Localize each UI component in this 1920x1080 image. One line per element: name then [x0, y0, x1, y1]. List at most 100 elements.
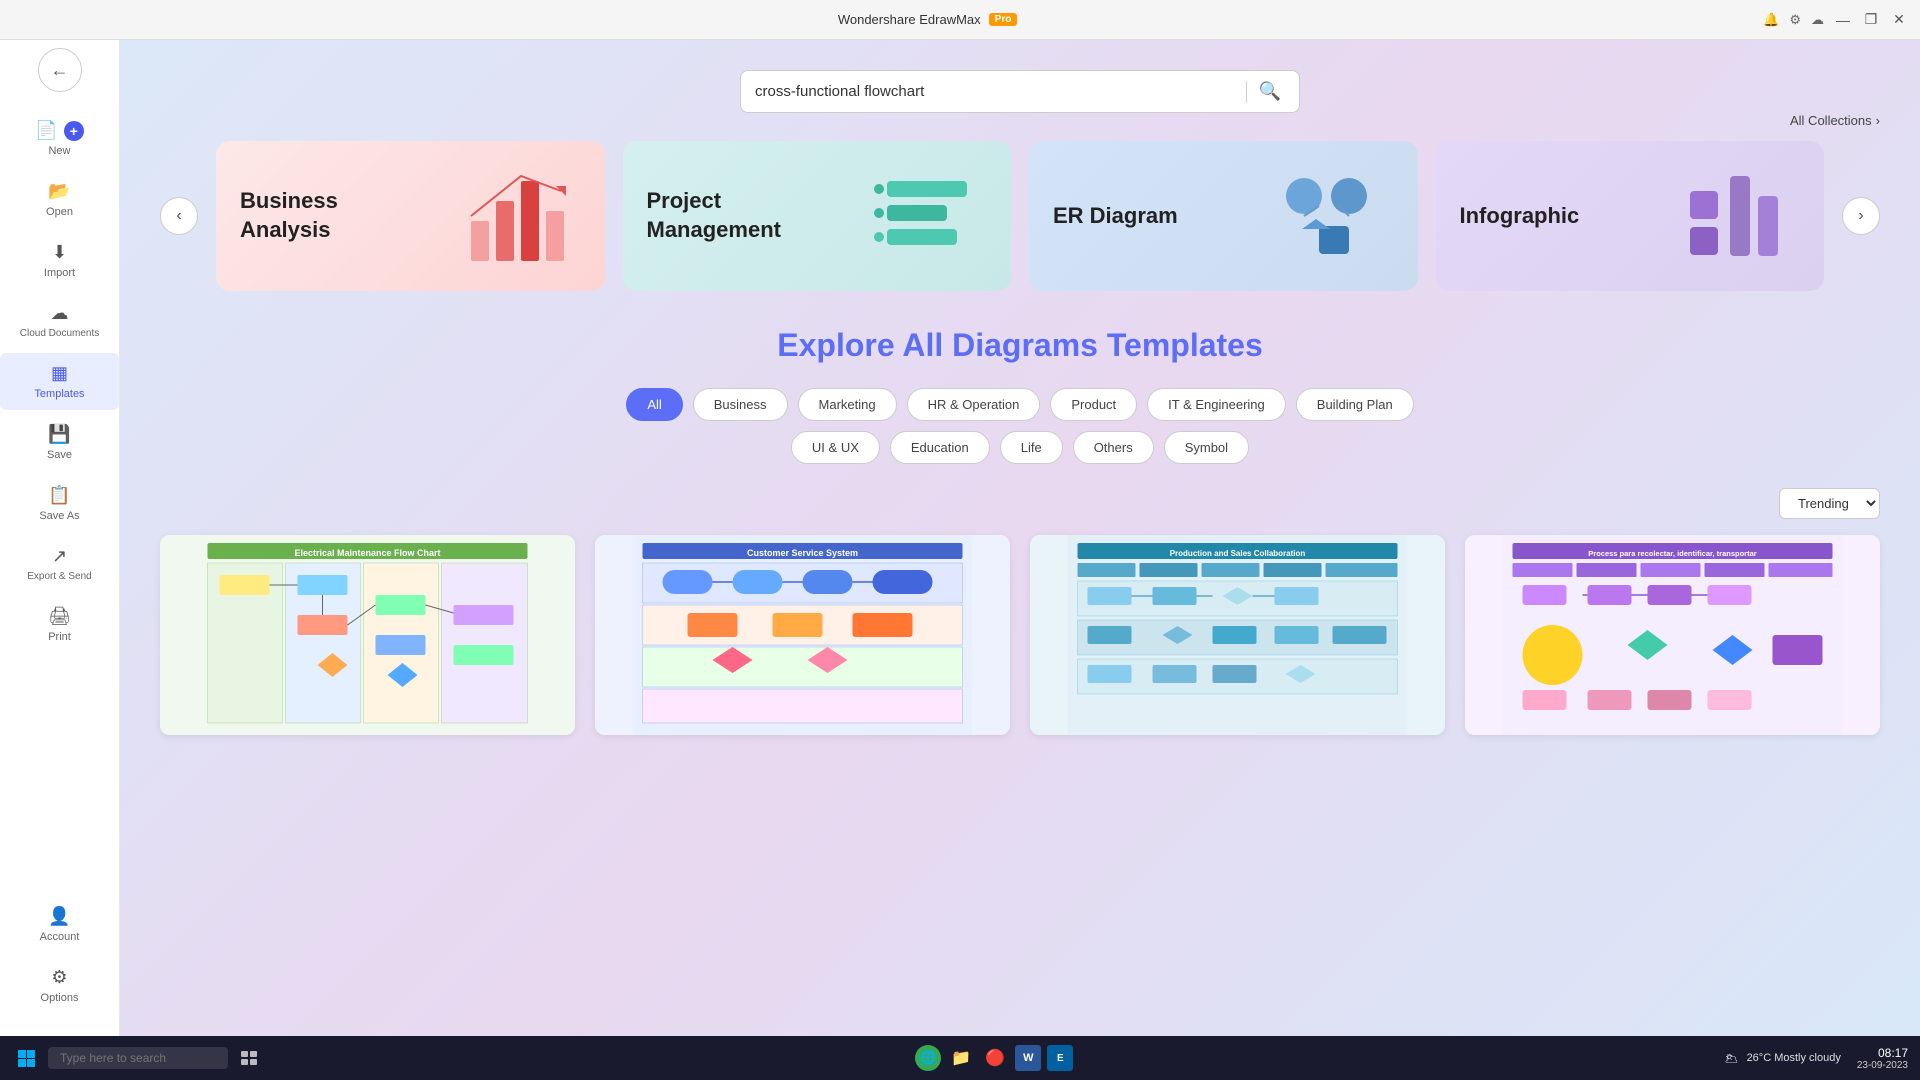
sidebar-label-options: Options: [41, 992, 79, 1004]
title-bar-center: Wondershare EdrawMax Pro: [838, 12, 1018, 27]
filter-btn-building-plan[interactable]: Building Plan: [1296, 388, 1414, 421]
business-analysis-illustration: [451, 161, 581, 271]
minimize-button[interactable]: —: [1834, 11, 1852, 29]
explore-title-plain: Explore: [777, 327, 902, 363]
filter-btn-hr-operation[interactable]: HR & Operation: [907, 388, 1041, 421]
cloud-icon: ☁: [51, 303, 69, 324]
template-thumb-svg-1: Electrical Maintenance Flow Chart: [160, 535, 575, 735]
sidebar-label-open: Open: [46, 206, 73, 218]
notification-icon[interactable]: 🔔: [1763, 12, 1779, 28]
filter-btn-education[interactable]: Education: [890, 431, 990, 464]
card-title-business-analysis: Business Analysis: [240, 187, 420, 244]
back-button[interactable]: ←: [38, 48, 82, 92]
filter-btn-ui-ux[interactable]: UI & UX: [791, 431, 880, 464]
filter-btn-marketing[interactable]: Marketing: [798, 388, 897, 421]
sidebar-bottom: 👤 Account ⚙ Options: [0, 894, 119, 1028]
sidebar-label-cloud: Cloud Documents: [20, 328, 99, 339]
sidebar-item-import[interactable]: ⬇ Import: [0, 232, 119, 289]
filter-row-2: UI & UX Education Life Others Symbol: [160, 431, 1880, 464]
svg-text:Process para recolectar, ident: Process para recolectar, identificar, tr…: [1588, 549, 1756, 558]
new-plus-icon: +: [64, 121, 84, 141]
settings-icon[interactable]: ⚙: [1789, 12, 1801, 28]
restore-button[interactable]: ❐: [1862, 11, 1880, 29]
sidebar-label-export: Export & Send: [27, 571, 91, 582]
taskbar-search-input[interactable]: [48, 1047, 228, 1069]
template-card-4[interactable]: Process para recolectar, identificar, tr…: [1465, 535, 1880, 735]
title-bar-controls: 🔔 ⚙ ☁ — ❐ ✕: [1763, 11, 1908, 29]
sort-select[interactable]: Trending Newest Popular: [1779, 488, 1880, 519]
filter-btn-product[interactable]: Product: [1050, 388, 1137, 421]
new-icon: 📄: [35, 120, 57, 141]
taskbar-left: [12, 1044, 264, 1072]
template-card-2[interactable]: Customer Service System: [595, 535, 1010, 735]
sidebar-item-account[interactable]: 👤 Account: [0, 896, 119, 953]
task-view-icon[interactable]: [236, 1044, 264, 1072]
collection-card-infographic[interactable]: Infographic: [1436, 141, 1825, 291]
carousel-next-button[interactable]: ›: [1842, 197, 1880, 235]
taskbar-time: 08:17: [1878, 1046, 1908, 1060]
template-card-3[interactable]: Production and Sales Collaboration: [1030, 535, 1445, 735]
carousel-row: ‹ Business Analysis Project Manag: [160, 141, 1880, 291]
close-button[interactable]: ✕: [1890, 11, 1908, 29]
filter-btn-it-engineering[interactable]: IT & Engineering: [1147, 388, 1286, 421]
sidebar-item-saveas[interactable]: 📋 Save As: [0, 475, 119, 532]
search-divider: [1246, 81, 1247, 103]
sidebar-item-save[interactable]: 💾 Save: [0, 414, 119, 471]
filter-row-1: All Business Marketing HR & Operation Pr…: [160, 388, 1880, 421]
files-icon[interactable]: 📁: [947, 1044, 975, 1072]
search-input[interactable]: [755, 71, 1238, 112]
template-thumb-1: Electrical Maintenance Flow Chart: [160, 535, 575, 735]
search-button[interactable]: 🔍: [1255, 77, 1285, 106]
taskbar-right: 🌥 26°C Mostly cloudy 08:17 23-09-2023: [1725, 1046, 1908, 1071]
taskbar-date: 23-09-2023: [1857, 1060, 1908, 1071]
filter-btn-all[interactable]: All: [626, 388, 682, 421]
import-icon: ⬇: [52, 242, 67, 263]
filter-btn-symbol[interactable]: Symbol: [1164, 431, 1249, 464]
templates-icon: ▦: [51, 363, 68, 384]
filter-btn-others[interactable]: Others: [1073, 431, 1154, 464]
filter-btn-business[interactable]: Business: [693, 388, 788, 421]
infographic-illustration: [1670, 161, 1800, 271]
sidebar-item-open[interactable]: 📂 Open: [0, 171, 119, 228]
browser-icon[interactable]: 🌐: [915, 1045, 941, 1071]
start-button[interactable]: [12, 1044, 40, 1072]
app-name: Wondershare EdrawMax: [838, 12, 981, 27]
taskbar: 🌐 📁 🔴 W E 🌥 26°C Mostly cloudy 08:17 23-…: [0, 1036, 1920, 1080]
export-icon: ↗: [52, 546, 67, 567]
saveas-icon: 📋: [48, 485, 70, 506]
edraw-icon[interactable]: E: [1047, 1045, 1073, 1071]
svg-text:Customer Service System: Customer Service System: [747, 548, 858, 558]
all-collections-link[interactable]: All Collections ›: [1790, 113, 1880, 128]
weather-info: 26°C Mostly cloudy: [1747, 1052, 1841, 1064]
print-icon: 🖨: [48, 606, 71, 627]
open-icon: 📂: [48, 181, 70, 202]
search-bar-wrap: 🔍: [160, 70, 1880, 113]
sidebar-item-cloud[interactable]: ☁ Cloud Documents: [0, 293, 119, 349]
project-management-illustration: [857, 161, 987, 271]
sidebar-item-print[interactable]: 🖨 Print: [0, 596, 119, 653]
template-card-1[interactable]: Electrical Maintenance Flow Chart: [160, 535, 575, 735]
word-icon[interactable]: W: [1015, 1045, 1041, 1071]
svg-text:Production and Sales Collabora: Production and Sales Collaboration: [1170, 549, 1306, 558]
chrome-icon[interactable]: 🔴: [981, 1044, 1009, 1072]
content-area: 🔍 All Collections › ‹ Business Analysis: [120, 40, 1920, 1036]
collection-card-er-diagram[interactable]: ER Diagram: [1029, 141, 1418, 291]
collection-card-project-management[interactable]: Project Management: [623, 141, 1012, 291]
collection-card-business-analysis[interactable]: Business Analysis: [216, 141, 605, 291]
filter-btn-life[interactable]: Life: [1000, 431, 1063, 464]
title-bar: Wondershare EdrawMax Pro 🔔 ⚙ ☁ — ❐ ✕: [0, 0, 1920, 40]
sidebar-item-export[interactable]: ↗ Export & Send: [0, 536, 119, 592]
sidebar-item-templates[interactable]: ▦ Templates: [0, 353, 119, 410]
carousel-prev-button[interactable]: ‹: [160, 197, 198, 235]
sidebar-label-save: Save: [47, 449, 72, 461]
cloud-sync-icon[interactable]: ☁: [1811, 12, 1824, 28]
sort-row: Trending Newest Popular: [160, 488, 1880, 519]
options-icon: ⚙: [51, 967, 67, 988]
sidebar-item-options[interactable]: ⚙ Options: [0, 957, 119, 1014]
sidebar-item-new[interactable]: 📄 + New: [0, 110, 119, 167]
er-diagram-illustration: [1264, 161, 1394, 271]
explore-section: Explore All Diagrams Templates All Busin…: [160, 327, 1880, 735]
template-grid: Electrical Maintenance Flow Chart: [160, 535, 1880, 735]
template-thumb-svg-4: Process para recolectar, identificar, tr…: [1465, 535, 1880, 735]
collections-wrap: All Collections › ‹ Business Analysis: [160, 141, 1880, 291]
